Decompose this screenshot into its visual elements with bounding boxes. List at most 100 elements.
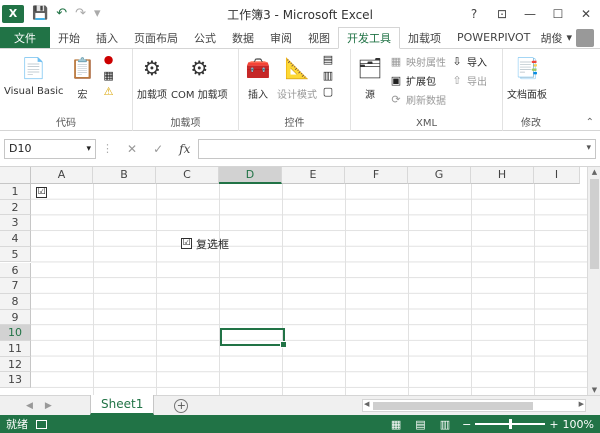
prev-sheet-icon[interactable]: ◀ — [26, 401, 33, 411]
row-header-2[interactable]: 2 — [0, 199, 31, 216]
row-header-7[interactable]: 7 — [0, 278, 31, 294]
help-button[interactable]: ? — [460, 7, 488, 21]
scroll-up-icon[interactable]: ▲ — [588, 168, 600, 176]
tab-review[interactable]: 审阅 — [262, 27, 300, 48]
add-sheet-icon[interactable]: + — [174, 398, 189, 413]
run-dialog-icon[interactable]: ▢ — [321, 85, 335, 99]
column-header-d[interactable]: D — [219, 167, 282, 184]
maximize-button[interactable]: ☐ — [544, 7, 572, 21]
view-code-icon[interactable]: ▥ — [321, 69, 335, 83]
row-header-11[interactable]: 11 — [0, 341, 31, 357]
xml-source-icon: 🗂 — [357, 56, 383, 80]
export-button[interactable]: ⇧ 导出 — [450, 72, 487, 89]
tab-view[interactable]: 视图 — [300, 27, 338, 48]
close-button[interactable]: ✕ — [572, 7, 600, 21]
zoom-in-button[interactable]: + — [549, 418, 558, 431]
row-header-13[interactable]: 13 — [0, 372, 31, 389]
tab-home[interactable]: 开始 — [50, 27, 88, 48]
insert-function-icon[interactable]: fx — [179, 142, 190, 156]
expansion-pack-button[interactable]: ▣ 扩展包 — [389, 72, 446, 89]
sheet-navigation: ◀ ▶ — [0, 401, 90, 411]
expand-formula-icon[interactable]: ▾ — [586, 143, 591, 153]
page-layout-view-icon[interactable]: ▤ — [415, 418, 425, 431]
worksheet-grid[interactable]: ABCDEFGHI 1 2 3 4 5 6 7 8 9 10 11 12 13 ☑ ☑ 复选框 — [0, 167, 600, 395]
column-header-g[interactable]: G — [408, 167, 471, 184]
checkbox-label[interactable]: 复选框 — [196, 236, 229, 252]
row-header-3[interactable]: 3 — [0, 215, 31, 232]
tab-data[interactable]: 数据 — [224, 27, 262, 48]
user-account[interactable]: 胡俊 ▾ — [540, 27, 600, 48]
row-header-10[interactable]: 10 — [0, 325, 31, 341]
scroll-left-icon[interactable]: ◀ — [364, 400, 369, 408]
next-sheet-icon[interactable]: ▶ — [45, 401, 52, 411]
column-header-a[interactable]: A — [31, 167, 93, 184]
cancel-icon[interactable]: ✕ — [127, 142, 137, 156]
save-icon[interactable]: 💾 — [32, 6, 48, 21]
record-macro-icon[interactable]: ● — [102, 53, 116, 67]
column-header-b[interactable]: B — [93, 167, 156, 184]
row-header-5[interactable]: 5 — [0, 246, 31, 263]
tab-file[interactable]: 文件 — [0, 27, 50, 48]
ribbon-display-button[interactable]: ⊡ — [488, 7, 516, 21]
vertical-scroll-thumb[interactable] — [590, 179, 599, 269]
tab-page-layout[interactable]: 页面布局 — [126, 27, 186, 48]
column-header-e[interactable]: E — [282, 167, 345, 184]
row-header-1[interactable]: 1 — [0, 184, 31, 200]
row-header-8[interactable]: 8 — [0, 293, 31, 310]
collapse-ribbon-icon[interactable]: ⌃ — [586, 117, 594, 128]
chevron-down-icon: ▾ — [566, 31, 572, 44]
refresh-data-icon: ⟳ — [391, 92, 401, 106]
design-mode-icon: 📐 — [284, 56, 310, 80]
refresh-data-button[interactable]: ⟳ 刷新数据 — [389, 91, 446, 108]
tab-powerpivot[interactable]: POWERPIVOT — [449, 27, 538, 48]
row-header-6[interactable]: 6 — [0, 262, 31, 279]
name-box[interactable]: D10 ▾ — [4, 138, 96, 159]
formula-input[interactable]: ▾ — [198, 138, 596, 159]
chevron-down-icon: ▾ — [86, 143, 91, 154]
tab-addins[interactable]: 加载项 — [400, 27, 449, 48]
enter-icon[interactable]: ✓ — [153, 142, 163, 156]
row-header-9[interactable]: 9 — [0, 309, 31, 326]
row-header-4[interactable]: 4 — [0, 231, 31, 247]
com-addin-icon: ⚙ — [190, 56, 209, 80]
tab-formulas[interactable]: 公式 — [186, 27, 224, 48]
normal-view-icon[interactable]: ▦ — [391, 418, 401, 431]
checkbox-control[interactable]: ☑ — [181, 238, 192, 249]
quick-access-toolbar: 💾 ↶ ↷ ▾ — [32, 6, 101, 21]
cell-area[interactable] — [31, 184, 587, 395]
checkbox-a1[interactable]: ☑ — [36, 187, 47, 198]
relative-reference-icon[interactable]: ▦ — [102, 69, 116, 83]
map-properties-button[interactable]: ▦ 映射属性 — [389, 53, 446, 70]
zoom-level[interactable]: 100% — [563, 418, 594, 431]
tab-developer[interactable]: 开发工具 — [338, 27, 400, 49]
column-header-i[interactable]: I — [534, 167, 580, 184]
row-header-12[interactable]: 12 — [0, 356, 31, 373]
formula-bar: D10 ▾ ⋮ ✕ ✓ fx ▾ — [0, 131, 600, 167]
zoom-slider[interactable] — [475, 419, 546, 429]
group-controls: 🧰 插入 📐 设计模式 ▤ ▥ ▢ 控件 — [239, 49, 351, 131]
minimize-button[interactable]: — — [516, 7, 544, 21]
scroll-down-icon[interactable]: ▼ — [588, 386, 600, 394]
tab-insert[interactable]: 插入 — [88, 27, 126, 48]
macro-record-icon[interactable] — [36, 419, 47, 429]
vertical-scrollbar[interactable]: ▲ ▼ — [587, 167, 600, 395]
scroll-right-icon[interactable]: ▶ — [579, 400, 584, 408]
customize-icon[interactable]: ▾ — [94, 6, 101, 21]
properties-icon[interactable]: ▤ — [321, 53, 335, 67]
group-addins: ⚙ 加载项 ⚙ COM 加载项 加载项 — [133, 49, 239, 131]
horizontal-scrollbar[interactable]: ◀ ▶ — [362, 399, 586, 412]
selected-cell-d10[interactable] — [220, 328, 287, 348]
import-button[interactable]: ⇩ 导入 — [450, 53, 487, 70]
horizontal-scroll-thumb[interactable] — [373, 402, 533, 410]
zoom-out-button[interactable]: − — [462, 418, 471, 431]
select-all-corner[interactable] — [0, 167, 31, 184]
redo-icon[interactable]: ↷ — [75, 6, 86, 21]
group-label-code: 代码 — [56, 118, 76, 129]
page-break-view-icon[interactable]: ▥ — [440, 418, 450, 431]
macro-security-icon[interactable]: ⚠ — [102, 85, 116, 99]
column-header-c[interactable]: C — [156, 167, 219, 184]
column-header-h[interactable]: H — [471, 167, 534, 184]
column-header-f[interactable]: F — [345, 167, 408, 184]
undo-icon[interactable]: ↶ — [56, 6, 67, 21]
sheet-tab-sheet1[interactable]: Sheet1 — [90, 395, 155, 415]
